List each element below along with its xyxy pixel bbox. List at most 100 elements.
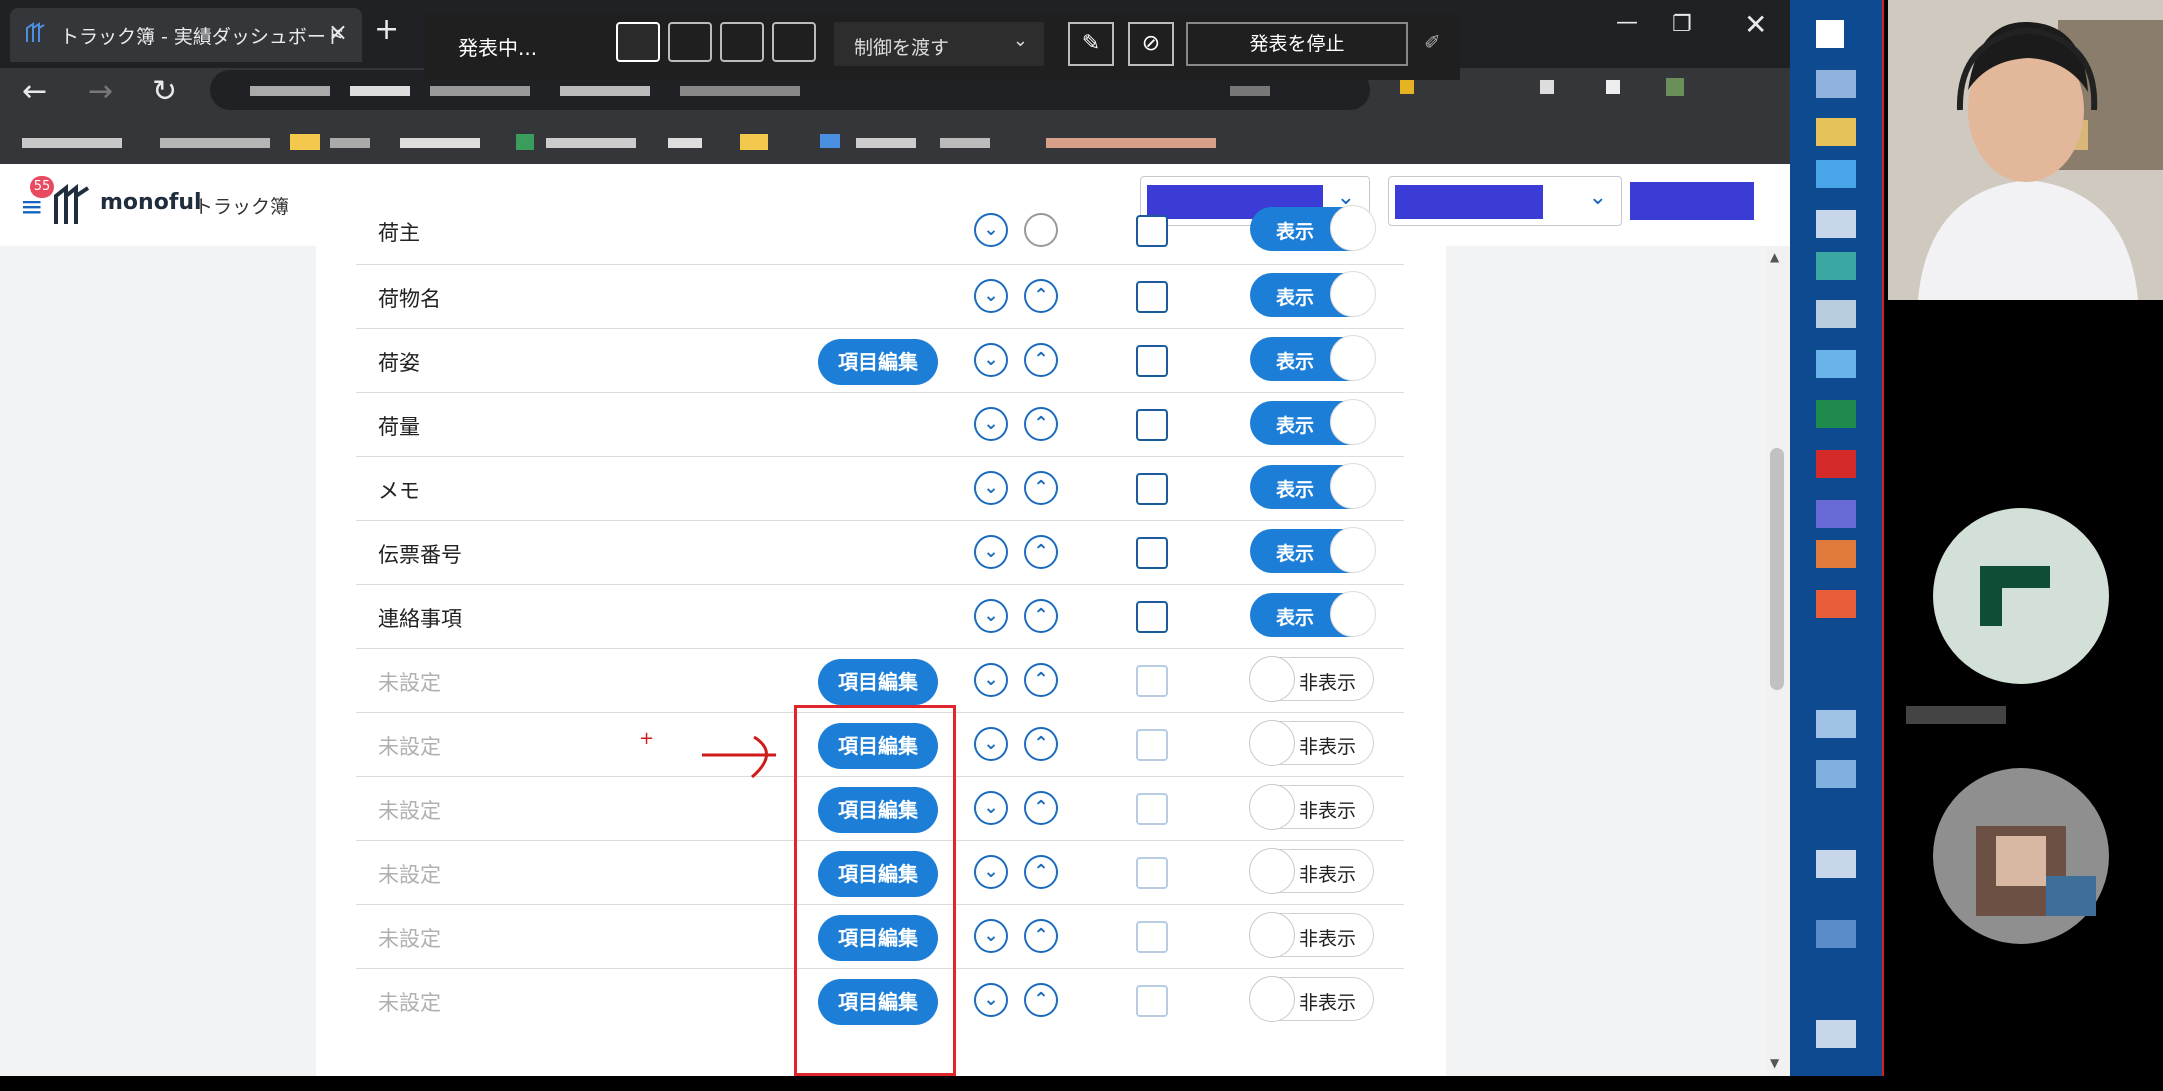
taskbar-app-icon[interactable] <box>1816 760 1856 788</box>
share-layout-standout-icon[interactable] <box>668 22 712 62</box>
row-checkbox[interactable] <box>1136 473 1168 505</box>
row-checkbox[interactable] <box>1136 665 1168 697</box>
taskbar-app-icon[interactable] <box>1816 710 1856 738</box>
chevron-down-circle-icon[interactable]: ⌄ <box>974 727 1008 761</box>
maximize-icon[interactable]: ❐ <box>1672 12 1692 37</box>
header-select-3[interactable] <box>1630 176 1774 226</box>
chevron-up-circle-icon[interactable]: ⌃ <box>1024 791 1058 825</box>
browser-tab[interactable]: トラック簿 - 実績ダッシュボード × <box>10 8 362 62</box>
pin-icon[interactable]: ✐ <box>1424 30 1441 54</box>
row-checkbox[interactable] <box>1136 409 1168 441</box>
share-layout-reporter-icon[interactable] <box>772 22 816 62</box>
chevron-down-circle-icon[interactable]: ⌄ <box>974 791 1008 825</box>
chevron-down-circle-icon[interactable]: ⌄ <box>974 279 1008 313</box>
visibility-toggle[interactable]: 非表示 <box>1249 848 1374 894</box>
row-checkbox[interactable] <box>1136 921 1168 953</box>
taskbar-app-icon[interactable] <box>1816 540 1856 568</box>
extension-icon[interactable] <box>1400 80 1414 94</box>
visibility-toggle[interactable]: 表示 <box>1250 527 1376 573</box>
visibility-toggle[interactable]: 表示 <box>1250 205 1376 251</box>
profile-avatar[interactable] <box>1666 78 1684 96</box>
taskbar-app-icon[interactable] <box>1816 590 1856 618</box>
chevron-up-circle-icon[interactable]: ⌃ <box>1024 279 1058 313</box>
share-layout-screen-icon[interactable] <box>616 22 660 62</box>
chevron-down-circle-icon[interactable]: ⌄ <box>974 471 1008 505</box>
chevron-up-circle-icon[interactable]: ⌃ <box>1024 471 1058 505</box>
taskbar-app-icon[interactable] <box>1816 400 1856 428</box>
share-layout-side-icon[interactable] <box>720 22 764 62</box>
row-checkbox[interactable] <box>1136 537 1168 569</box>
scrollbar-thumb[interactable] <box>1770 448 1784 690</box>
chevron-up-circle-icon[interactable]: ⌃ <box>1024 535 1058 569</box>
row-checkbox[interactable] <box>1136 601 1168 633</box>
row-checkbox[interactable] <box>1136 215 1168 247</box>
window-close-icon[interactable]: ✕ <box>1744 8 1767 41</box>
reload-icon[interactable]: ↻ <box>152 74 177 109</box>
extension-icon[interactable] <box>1606 80 1620 94</box>
visibility-toggle[interactable]: 表示 <box>1250 335 1376 381</box>
taskbar-app-icon[interactable] <box>1816 252 1856 280</box>
participant-avatar[interactable] <box>1926 506 2116 686</box>
annotation-pen-icon[interactable]: ✎ <box>1068 22 1114 66</box>
chevron-down-circle-icon[interactable]: ⌄ <box>974 535 1008 569</box>
scroll-up-icon[interactable]: ▲ <box>1770 250 1779 264</box>
stop-cast-icon[interactable]: ⊘ <box>1128 22 1174 66</box>
row-checkbox[interactable] <box>1136 985 1168 1017</box>
visibility-toggle[interactable]: 表示 <box>1250 463 1376 509</box>
chevron-up-circle-icon[interactable]: ⌃ <box>1024 919 1058 953</box>
stop-presenting-button[interactable]: 発表を停止 <box>1186 22 1408 66</box>
chevron-down-circle-icon[interactable]: ⌄ <box>974 599 1008 633</box>
windows-start-icon[interactable] <box>1816 20 1844 48</box>
visibility-toggle[interactable]: 表示 <box>1250 271 1376 317</box>
visibility-toggle[interactable]: 非表示 <box>1249 976 1374 1022</box>
visibility-toggle[interactable]: 非表示 <box>1249 912 1374 958</box>
forward-icon[interactable]: → <box>88 74 113 109</box>
chevron-down-circle-icon[interactable]: ⌄ <box>974 213 1008 247</box>
chevron-up-circle-icon[interactable]: ⌃ <box>1024 663 1058 697</box>
chevron-up-circle-icon[interactable]: ⌃ <box>1024 727 1058 761</box>
row-checkbox[interactable] <box>1136 857 1168 889</box>
chevron-up-circle-icon[interactable]: ⌃ <box>1024 407 1058 441</box>
chevron-up-circle-icon[interactable]: ⌃ <box>1024 599 1058 633</box>
chevron-down-circle-icon[interactable]: ⌄ <box>974 663 1008 697</box>
edit-item-button[interactable]: 項目編集 <box>818 659 938 705</box>
chevron-down-circle-icon[interactable]: ⌄ <box>974 343 1008 377</box>
scroll-down-icon[interactable]: ▼ <box>1770 1056 1779 1070</box>
taskbar-app-icon[interactable] <box>1816 210 1856 238</box>
minimize-icon[interactable]: — <box>1616 10 1638 35</box>
taskbar-app-icon[interactable] <box>1816 500 1856 528</box>
row-checkbox[interactable] <box>1136 345 1168 377</box>
visibility-toggle[interactable]: 表示 <box>1250 399 1376 445</box>
taskbar-app-icon[interactable] <box>1816 350 1856 378</box>
taskbar-app-icon[interactable] <box>1816 450 1856 478</box>
taskbar-app-icon[interactable] <box>1816 920 1856 948</box>
taskbar-app-icon[interactable] <box>1816 850 1856 878</box>
visibility-toggle[interactable]: 表示 <box>1250 591 1376 637</box>
row-checkbox[interactable] <box>1136 793 1168 825</box>
chevron-up-circle-icon[interactable]: ⌃ <box>1024 343 1058 377</box>
back-icon[interactable]: ← <box>22 74 47 109</box>
chevron-up-circle-icon[interactable]: ⌃ <box>1024 983 1058 1017</box>
chevron-up-circle-icon[interactable]: ⌃ <box>1024 855 1058 889</box>
extension-icon[interactable] <box>1540 80 1554 94</box>
taskbar-app-icon[interactable] <box>1816 300 1856 328</box>
taskbar-app-icon[interactable] <box>1816 70 1856 98</box>
visibility-toggle[interactable]: 非表示 <box>1249 656 1374 702</box>
participant-avatar[interactable] <box>1926 766 2116 946</box>
chevron-down-circle-icon[interactable]: ⌄ <box>974 407 1008 441</box>
chevron-down-circle-icon[interactable]: ⌄ <box>974 983 1008 1017</box>
visibility-toggle[interactable]: 非表示 <box>1249 720 1374 766</box>
row-checkbox[interactable] <box>1136 729 1168 761</box>
taskbar-app-icon[interactable] <box>1816 1020 1856 1048</box>
chevron-down-circle-icon[interactable]: ⌄ <box>974 855 1008 889</box>
taskbar-app-icon[interactable] <box>1816 160 1856 188</box>
edit-item-button[interactable]: 項目編集 <box>818 339 938 385</box>
chevron-down-circle-icon[interactable]: ⌄ <box>974 919 1008 953</box>
row-checkbox[interactable] <box>1136 281 1168 313</box>
taskbar-app-icon[interactable] <box>1816 118 1856 146</box>
visibility-toggle[interactable]: 非表示 <box>1249 784 1374 830</box>
new-tab-button[interactable]: + <box>374 12 399 47</box>
header-select-2[interactable]: ⌄ <box>1388 176 1622 226</box>
tab-close-icon[interactable]: × <box>328 18 348 46</box>
give-control-dropdown[interactable]: 制御を渡す ⌄ <box>834 22 1044 66</box>
